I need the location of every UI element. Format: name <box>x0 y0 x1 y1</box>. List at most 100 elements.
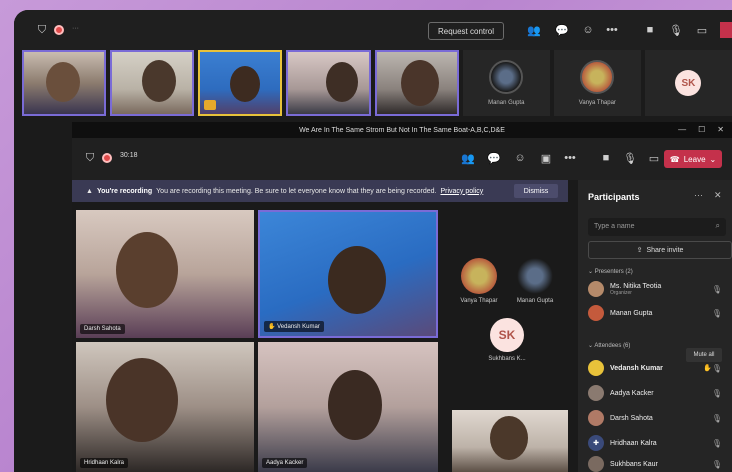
participant-row[interactable]: ✚ Hridhaan Kalra 🎙 <box>588 433 732 453</box>
participants-title: Participants <box>588 192 640 202</box>
participant-row[interactable]: Aadya Kacker 🎙 <box>588 383 732 403</box>
participant-name: Vanya Thapar <box>578 100 616 106</box>
timer-placeholder: ··· <box>72 25 79 32</box>
video-thumb[interactable] <box>110 50 195 116</box>
overflow-participant[interactable]: SK Sukhbans K... <box>480 318 534 362</box>
video-grid: Darsh Sahota ✋ Vedansh Kumar Hridhaan Ka… <box>76 210 446 472</box>
maximize-icon[interactable]: ☐ <box>698 125 705 134</box>
overflow-participant[interactable]: Vanya Thapar <box>452 258 506 304</box>
avatar <box>517 258 553 294</box>
recording-banner-text: You are recording this meeting. Be sure … <box>156 187 437 195</box>
avatar <box>588 281 604 297</box>
chevron-down-icon: ⌄ <box>709 154 717 164</box>
initials-avatar: SK <box>675 70 702 96</box>
raised-hand-icon: ✋ <box>703 365 712 372</box>
attendees-header[interactable]: ⌄ Attendees (6) <box>588 342 630 349</box>
reactions-icon[interactable]: ☺ <box>580 22 596 38</box>
reactions-icon[interactable]: ☺ <box>512 150 528 166</box>
participant-avatar-thumb[interactable]: Vanya Thapar <box>553 50 641 116</box>
raised-hand-icon: ✋ <box>268 324 278 330</box>
request-control-button[interactable]: Request control <box>428 22 504 40</box>
close-icon[interactable]: ✕ <box>714 190 722 201</box>
close-icon[interactable]: ✕ <box>717 125 724 134</box>
video-thumb[interactable] <box>286 50 371 116</box>
participant-row[interactable]: Manan Gupta 🎙 <box>588 303 732 323</box>
video-tile[interactable]: Aadya Kacker <box>258 342 438 472</box>
share-invite-button[interactable]: ⇪ Share invite <box>588 241 732 259</box>
mic-icon: 🎙 <box>711 284 722 294</box>
participant-avatar-thumb[interactable]: Manan Gupta <box>462 50 550 116</box>
presenters-header[interactable]: ⌄ Presenters (2) <box>588 268 633 275</box>
chat-icon[interactable]: 💬 <box>554 22 570 38</box>
video-tile[interactable] <box>452 410 568 472</box>
participant-row[interactable]: Ms. Nitika Teotia Organizer 🎙 <box>588 279 732 299</box>
camera-icon[interactable]: ■ <box>642 22 658 38</box>
share-icon: ⇪ <box>636 247 643 254</box>
video-tile[interactable]: Darsh Sahota <box>76 210 254 338</box>
more-options-icon[interactable]: ··· <box>694 190 703 200</box>
screen: ⛉ ··· Request control 👥 💬 ☺ ••• ■ 🎙 ▭ Ma… <box>14 10 732 472</box>
participant-row[interactable]: Darsh Sahota 🎙 <box>588 408 732 428</box>
chat-icon[interactable]: 💬 <box>486 150 502 166</box>
people-icon[interactable]: 👥 <box>460 150 476 166</box>
recording-indicator-icon <box>102 153 112 163</box>
rooms-icon[interactable]: ▣ <box>538 150 554 166</box>
participant-name: Manan Gupta <box>516 298 554 304</box>
mic-off-icon: 🎙 <box>711 438 722 448</box>
mic-icon[interactable]: 🎙 <box>622 150 638 166</box>
dismiss-button[interactable]: Dismiss <box>514 184 558 198</box>
mic-icon: 🎙 <box>711 413 722 423</box>
participant-name: Darsh Sahota <box>80 324 125 334</box>
avatar: ✚ <box>588 435 604 451</box>
teams-meeting-window: We Are In The Same Strom But Not In The … <box>72 122 732 472</box>
participant-name: Vanya Thapar <box>460 298 498 304</box>
share-screen-icon[interactable]: ▭ <box>646 150 662 166</box>
mic-off-icon[interactable]: 🎙 <box>668 22 684 38</box>
participant-name: ✋ Vedansh Kumar <box>264 321 324 332</box>
video-tile[interactable]: Hridhaan Kalra <box>76 342 254 472</box>
recording-indicator-icon <box>54 25 64 35</box>
overflow-participant[interactable]: Manan Gupta <box>508 258 562 304</box>
avatar <box>588 456 604 472</box>
meeting-timer: 30:18 <box>120 152 138 159</box>
participant-row[interactable]: Sukhbans Kaur 🎙 <box>588 454 732 472</box>
participant-row[interactable]: Vedansh Kumar ✋ 🎙 <box>588 358 732 378</box>
participants-panel: Participants ··· ✕ Type a name ⌕ ⇪ Share… <box>578 180 732 472</box>
warning-icon: ▲ <box>86 187 93 195</box>
leave-button[interactable]: ☎ Leave ⌄ <box>664 150 722 168</box>
mic-off-icon: 🎙 <box>711 459 722 469</box>
participant-name: Sukhbans K... <box>488 356 526 362</box>
phone-icon: ☎ <box>669 154 680 164</box>
minimize-icon[interactable]: — <box>678 125 686 134</box>
participant-search-input[interactable]: Type a name ⌕ <box>588 218 726 236</box>
shield-icon: ⛉ <box>85 151 95 164</box>
shield-icon: ⛉ <box>37 23 47 36</box>
recording-banner-title: You're recording <box>96 187 153 195</box>
people-icon[interactable]: 👥 <box>526 22 542 38</box>
recording-banner: ▲ You're recording You are recording thi… <box>72 180 568 202</box>
leave-button-edge[interactable] <box>720 22 732 38</box>
participant-initials-thumb[interactable]: SK <box>644 50 732 116</box>
video-tile-active-speaker[interactable]: ✋ Vedansh Kumar <box>258 210 438 338</box>
outer-video-strip: Manan Gupta Vanya Thapar SK <box>22 50 732 118</box>
video-thumb[interactable] <box>374 50 459 116</box>
avatar <box>489 60 524 94</box>
avatar <box>580 60 615 94</box>
privacy-policy-link[interactable]: Privacy policy <box>440 188 483 195</box>
camera-icon[interactable]: ■ <box>598 150 614 166</box>
meeting-toolbar: ⛉ 30:18 👥 💬 ☺ ▣ ••• ■ 🎙 ▭ ☎ Leave ⌄ <box>72 138 732 180</box>
more-options-icon[interactable]: ••• <box>604 22 620 38</box>
more-options-icon[interactable]: ••• <box>562 150 578 166</box>
participant-name: Hridhaan Kalra <box>80 458 129 468</box>
outer-meeting-toolbar: ⛉ ··· Request control 👥 💬 ☺ ••• ■ 🎙 ▭ <box>14 10 732 50</box>
avatar <box>461 258 497 294</box>
video-thumb[interactable] <box>22 50 107 116</box>
overflow-participants: Vanya Thapar Manan Gupta SK Sukhbans K..… <box>452 210 568 472</box>
participant-name: Aadya Kacker <box>262 458 308 468</box>
avatar <box>588 385 604 401</box>
share-screen-icon[interactable]: ▭ <box>694 22 710 38</box>
initials-avatar: SK <box>490 318 524 352</box>
participant-name: Manan Gupta <box>488 100 525 106</box>
video-thumb-active-speaker[interactable] <box>198 50 283 116</box>
mic-off-icon: 🎙 <box>711 388 722 398</box>
